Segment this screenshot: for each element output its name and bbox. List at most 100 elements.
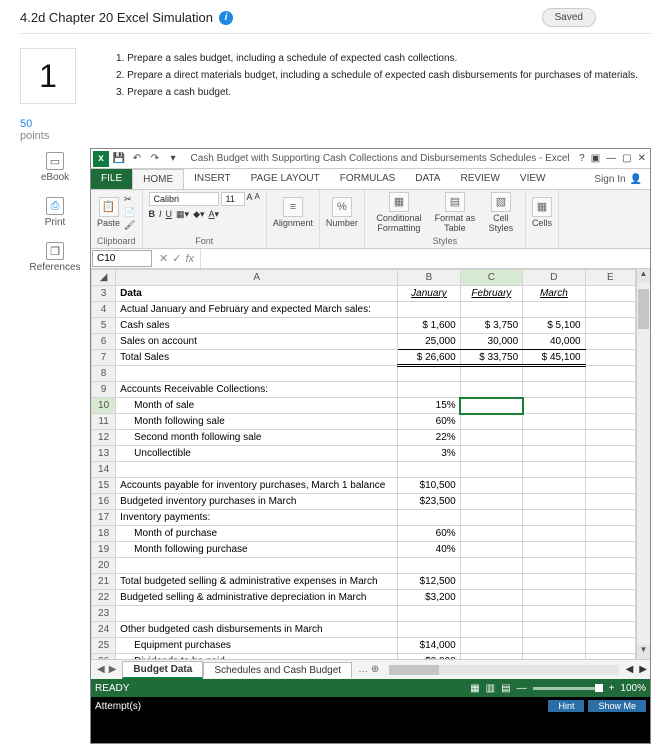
minimize-icon[interactable]: — xyxy=(606,153,616,164)
print-tool[interactable]: ⎙ Print xyxy=(20,197,90,228)
scroll-left-icon[interactable]: ◀ xyxy=(623,664,637,675)
sheet-tab-budget-data[interactable]: Budget Data xyxy=(122,661,203,679)
cell-b15[interactable]: $10,500 xyxy=(398,478,460,494)
hint-button[interactable]: Hint xyxy=(548,700,584,712)
copy-icon[interactable]: 📄 xyxy=(124,207,135,218)
formula-input[interactable] xyxy=(201,249,650,268)
cell-a21[interactable]: Total budgeted selling & administrative … xyxy=(116,574,398,590)
cell-a18[interactable]: Month of purchase xyxy=(116,526,398,542)
cell-b25[interactable]: $14,000 xyxy=(398,638,460,654)
cell-a3[interactable]: Data xyxy=(116,286,398,302)
cancel-fx-icon[interactable]: ✕ xyxy=(159,252,168,265)
cell-a13[interactable]: Uncollectible xyxy=(116,446,398,462)
ribbon-options-icon[interactable]: ▣ xyxy=(591,153,600,164)
cell-c5[interactable]: $ 3,750 xyxy=(460,318,522,334)
sheet-more-icon[interactable]: … ⊕ xyxy=(352,664,385,675)
col-header-d[interactable]: D xyxy=(523,270,585,286)
bold-icon[interactable]: B xyxy=(149,209,156,220)
cell-a25[interactable]: Equipment purchases xyxy=(116,638,398,654)
view-layout-icon[interactable]: ▥ xyxy=(486,683,495,694)
tab-page-layout[interactable]: PAGE LAYOUT xyxy=(241,169,330,189)
tab-view[interactable]: VIEW xyxy=(510,169,556,189)
show-me-button[interactable]: Show Me xyxy=(588,700,646,712)
tab-file[interactable]: FILE xyxy=(91,169,132,189)
name-box[interactable] xyxy=(92,250,152,267)
cells-button[interactable]: ▦Cells xyxy=(532,197,552,228)
cell-b22[interactable]: $3,200 xyxy=(398,590,460,606)
paste-button[interactable]: 📋 Paste xyxy=(97,197,120,228)
spreadsheet-grid[interactable]: ◢ A B C D E 3DataJanuaryFebruaryMarch 4A… xyxy=(91,269,636,659)
cell-b18[interactable]: 60% xyxy=(398,526,460,542)
references-tool[interactable]: ❐ References xyxy=(20,242,90,273)
fill-color-icon[interactable]: ◆▾ xyxy=(193,209,204,220)
tab-review[interactable]: REVIEW xyxy=(450,169,509,189)
qat-dropdown-icon[interactable]: ▾ xyxy=(165,151,181,167)
info-icon[interactable]: i xyxy=(219,11,233,25)
cell-b12[interactable]: 22% xyxy=(398,430,460,446)
cell-d7[interactable]: $ 45,100 xyxy=(523,350,585,366)
cell-b13[interactable]: 3% xyxy=(398,446,460,462)
vertical-scrollbar[interactable]: ▲ ▼ xyxy=(636,269,650,659)
fx-icon[interactable]: fx xyxy=(185,253,194,265)
zoom-in-icon[interactable]: + xyxy=(609,683,615,694)
grow-font-icon[interactable]: A xyxy=(247,192,253,206)
cell-b6[interactable]: 25,000 xyxy=(398,334,460,350)
shrink-font-icon[interactable]: A xyxy=(255,192,260,206)
cell-a22[interactable]: Budgeted selling & administrative deprec… xyxy=(116,590,398,606)
scroll-right-icon[interactable]: ▶ xyxy=(636,664,650,675)
zoom-value[interactable]: 100% xyxy=(620,683,646,694)
redo-icon[interactable]: ↷ xyxy=(147,151,163,167)
cell-a17[interactable]: Inventory payments: xyxy=(116,510,398,526)
format-as-table-button[interactable]: ▤Format as Table xyxy=(431,192,479,233)
cell-a10[interactable]: Month of sale xyxy=(116,398,398,414)
zoom-slider[interactable] xyxy=(533,687,603,690)
cell-a6[interactable]: Sales on account xyxy=(116,334,398,350)
cell-a7[interactable]: Total Sales xyxy=(116,350,398,366)
help-icon[interactable]: ? xyxy=(579,153,585,164)
zoom-out-icon[interactable]: — xyxy=(517,683,527,694)
tab-data[interactable]: DATA xyxy=(405,169,450,189)
sheet-tab-schedules[interactable]: Schedules and Cash Budget xyxy=(203,662,352,678)
number-button[interactable]: %Number xyxy=(326,197,358,228)
cell-a16[interactable]: Budgeted inventory purchases in March xyxy=(116,494,398,510)
cell-d5[interactable]: $ 5,100 xyxy=(523,318,585,334)
italic-icon[interactable]: I xyxy=(159,209,162,220)
col-header-b[interactable]: B xyxy=(398,270,460,286)
cell-b26[interactable]: $2,000 xyxy=(398,654,460,660)
font-color-icon[interactable]: A▾ xyxy=(209,209,220,220)
cell-b5[interactable]: $ 1,600 xyxy=(398,318,460,334)
maximize-icon[interactable]: ▢ xyxy=(622,153,631,164)
sheet-nav-next-icon[interactable]: ▶ xyxy=(109,664,117,675)
cell-a9[interactable]: Accounts Receivable Collections: xyxy=(116,382,398,398)
cell-a19[interactable]: Month following purchase xyxy=(116,542,398,558)
cell-b21[interactable]: $12,500 xyxy=(398,574,460,590)
enter-fx-icon[interactable]: ✓ xyxy=(172,252,181,265)
tab-insert[interactable]: INSERT xyxy=(184,169,241,189)
ebook-tool[interactable]: ▭ eBook xyxy=(20,152,90,183)
cell-a24[interactable]: Other budgeted cash disbursements in Mar… xyxy=(116,622,398,638)
cell-styles-button[interactable]: ▧Cell Styles xyxy=(483,192,519,233)
cell-d3[interactable]: March xyxy=(523,286,585,302)
sign-in[interactable]: Sign In 👤 xyxy=(586,169,650,189)
cell-b10[interactable]: 15% xyxy=(398,398,460,414)
underline-icon[interactable]: U xyxy=(166,209,173,220)
scroll-up-icon[interactable]: ▲ xyxy=(637,269,650,283)
cell-c10[interactable] xyxy=(460,398,522,414)
save-icon[interactable]: 💾 xyxy=(111,151,127,167)
cell-a11[interactable]: Month following sale xyxy=(116,414,398,430)
scroll-down-icon[interactable]: ▼ xyxy=(637,645,650,659)
font-size-input[interactable] xyxy=(221,192,245,206)
format-painter-icon[interactable]: 🖌 xyxy=(124,220,135,231)
cell-b11[interactable]: 60% xyxy=(398,414,460,430)
cell-b19[interactable]: 40% xyxy=(398,542,460,558)
col-header-a[interactable]: A xyxy=(116,270,398,286)
font-name-input[interactable] xyxy=(149,192,219,206)
view-break-icon[interactable]: ▤ xyxy=(501,683,510,694)
horizontal-scrollbar[interactable] xyxy=(389,665,618,675)
cell-a15[interactable]: Accounts payable for inventory purchases… xyxy=(116,478,398,494)
cell-a12[interactable]: Second month following sale xyxy=(116,430,398,446)
cut-icon[interactable]: ✂ xyxy=(124,194,135,205)
sheet-nav-prev-icon[interactable]: ◀ xyxy=(97,664,105,675)
col-header-e[interactable]: E xyxy=(585,270,635,286)
view-normal-icon[interactable]: ▦ xyxy=(470,683,479,694)
